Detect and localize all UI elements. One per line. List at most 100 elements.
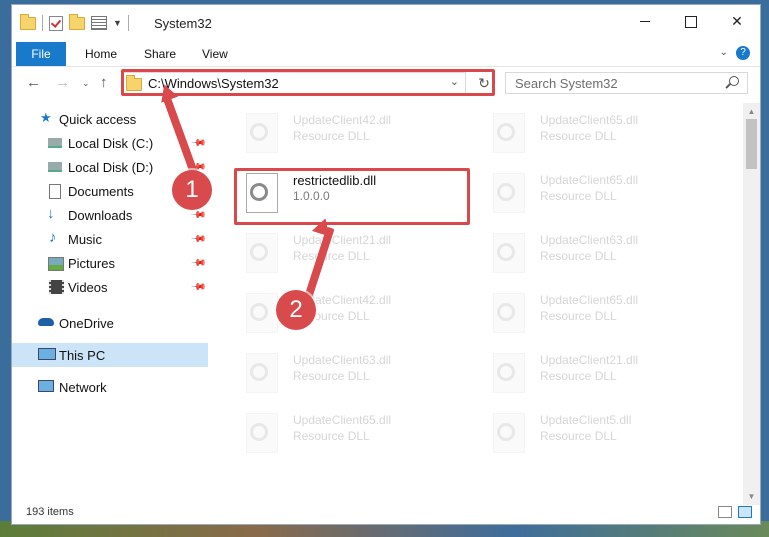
search-box[interactable]: Search System32 — [505, 72, 748, 94]
pictures-icon — [48, 257, 64, 271]
file-item[interactable]: UpdateClient42.dll Resource DLL — [232, 109, 452, 159]
sidebar-item-label: OneDrive — [59, 315, 114, 331]
pin-icon[interactable]: 📌 — [189, 135, 206, 152]
item-count: 193 items — [26, 506, 74, 518]
help-icon[interactable]: ? — [736, 46, 750, 60]
search-input[interactable]: Search System32 — [515, 76, 618, 91]
file-item[interactable]: UpdateClient65.dll Resource DLL — [479, 289, 699, 339]
download-icon: ↓ — [47, 205, 55, 222]
file-item[interactable]: UpdateClient65.dll Resource DLL — [479, 109, 699, 159]
file-description: Resource DLL — [540, 309, 617, 323]
file-description: Resource DLL — [540, 369, 617, 383]
file-item[interactable]: UpdateClient65.dll Resource DLL — [232, 409, 452, 459]
toolbar-divider — [127, 15, 129, 31]
folder-icon — [20, 13, 36, 30]
step-badge-1: 1 — [172, 170, 212, 210]
navigation-bar: ← → ⌄ ↑ C:\Windows\System32 ⌄ ↻ Search S… — [12, 67, 760, 99]
toolbar-divider — [42, 15, 43, 31]
file-description: Resource DLL — [540, 129, 617, 143]
minimize-icon — [640, 21, 650, 22]
tiles-view-icon[interactable] — [738, 506, 752, 518]
up-arrow-icon[interactable]: ↑ — [100, 74, 108, 91]
details-view-icon[interactable] — [718, 506, 732, 518]
file-name: UpdateClient63.dll — [293, 353, 392, 367]
file-description: Resource DLL — [540, 429, 617, 443]
music-icon: ♪ — [49, 229, 57, 246]
sidebar-item-downloads[interactable]: ↓ Downloads 📌 — [12, 203, 208, 227]
gear-icon — [497, 363, 515, 381]
file-name: UpdateClient63.dll — [540, 233, 639, 247]
gear-icon — [250, 123, 268, 141]
file-description: Resource DLL — [293, 429, 370, 443]
gear-icon — [250, 363, 268, 381]
computer-icon — [38, 348, 56, 360]
file-item[interactable]: UpdateClient65.dll Resource DLL — [479, 169, 699, 219]
tab-home[interactable]: Home — [85, 47, 117, 61]
title-bar: ▼ System32 ✕ — [12, 5, 760, 42]
file-item[interactable]: UpdateClient42.dll Resource DLL — [232, 289, 452, 339]
customize-toolbar-arrow-icon[interactable]: ▼ — [113, 18, 122, 28]
file-item[interactable]: UpdateClient21.dll Resource DLL — [232, 229, 452, 279]
maximize-button[interactable] — [668, 5, 714, 38]
step-badge-2: 2 — [276, 290, 316, 330]
view-switcher — [718, 506, 752, 518]
cloud-icon — [38, 318, 54, 326]
sidebar-item-this-pc[interactable]: This PC — [12, 343, 208, 367]
file-description: Resource DLL — [540, 249, 617, 263]
file-highlight — [234, 168, 470, 225]
recent-locations-chevron-icon[interactable]: ⌄ — [82, 78, 90, 89]
sidebar-item-label: Network — [59, 379, 107, 395]
file-description: Resource DLL — [293, 369, 370, 383]
scrollbar-thumb[interactable] — [746, 119, 757, 169]
back-arrow-icon[interactable]: ← — [26, 74, 41, 91]
file-item[interactable]: UpdateClient5.dll Resource DLL — [479, 409, 699, 459]
file-item[interactable]: UpdateClient63.dll Resource DLL — [479, 229, 699, 279]
file-item[interactable]: UpdateClient63.dll Resource DLL — [232, 349, 452, 399]
sidebar-item-network[interactable]: Network — [12, 375, 208, 399]
tab-view[interactable]: View — [202, 47, 228, 61]
tab-share[interactable]: Share — [144, 47, 176, 61]
pin-icon[interactable]: 📌 — [189, 255, 206, 272]
properties-check-icon[interactable] — [49, 15, 63, 31]
status-bar: 193 items — [12, 502, 760, 524]
network-icon — [38, 380, 54, 392]
expand-ribbon-chevron-icon[interactable]: ⌄ — [720, 47, 728, 58]
new-folder-icon[interactable] — [69, 13, 85, 30]
sidebar-item-label: Documents — [68, 183, 134, 199]
sidebar-item-label: Local Disk (C:) — [68, 135, 154, 151]
gear-icon — [250, 423, 268, 441]
tab-file[interactable]: File — [16, 42, 66, 66]
view-properties-icon[interactable] — [91, 16, 107, 30]
sidebar-item-label: Downloads — [68, 207, 133, 223]
video-icon — [49, 280, 64, 294]
file-name: UpdateClient21.dll — [540, 353, 639, 367]
sidebar-item-pictures[interactable]: Pictures 📌 — [12, 251, 208, 275]
close-button[interactable]: ✕ — [714, 5, 760, 38]
minimize-button[interactable] — [622, 5, 668, 38]
file-name: UpdateClient42.dll — [293, 113, 392, 127]
refresh-icon[interactable]: ↻ — [473, 72, 495, 94]
quick-access-toolbar: ▼ — [20, 13, 129, 31]
vertical-scrollbar[interactable]: ▲ ▼ — [743, 103, 760, 505]
ribbon-tabs: File Home Share View ⌄ ? — [12, 42, 760, 67]
sidebar-item-label: Pictures — [68, 255, 115, 271]
file-description: Resource DLL — [293, 129, 370, 143]
sidebar-item-videos[interactable]: Videos 📌 — [12, 275, 208, 299]
gear-icon — [497, 123, 515, 141]
sidebar-item-label: Quick access — [59, 111, 137, 127]
pin-icon[interactable]: 📌 — [189, 279, 206, 296]
sidebar-item-label: Music — [68, 231, 102, 247]
sidebar-item-onedrive[interactable]: OneDrive — [12, 311, 208, 335]
scroll-up-icon[interactable]: ▲ — [743, 103, 760, 120]
navigation-pane: ★ Quick access Local Disk (C:) 📌 Local D… — [12, 105, 208, 495]
gear-icon — [497, 303, 515, 321]
search-icon — [729, 76, 739, 86]
pin-icon[interactable]: 📌 — [189, 231, 206, 248]
forward-arrow-icon[interactable]: → — [55, 74, 70, 91]
file-explorer-window: ▼ System32 ✕ File Home Share View ⌄ ? ← … — [11, 4, 761, 525]
file-item[interactable]: UpdateClient21.dll Resource DLL — [479, 349, 699, 399]
file-description: Resource DLL — [293, 249, 370, 263]
sidebar-item-label: Local Disk (D:) — [68, 159, 154, 175]
drive-icon — [48, 162, 62, 172]
sidebar-item-music[interactable]: ♪ Music 📌 — [12, 227, 208, 251]
